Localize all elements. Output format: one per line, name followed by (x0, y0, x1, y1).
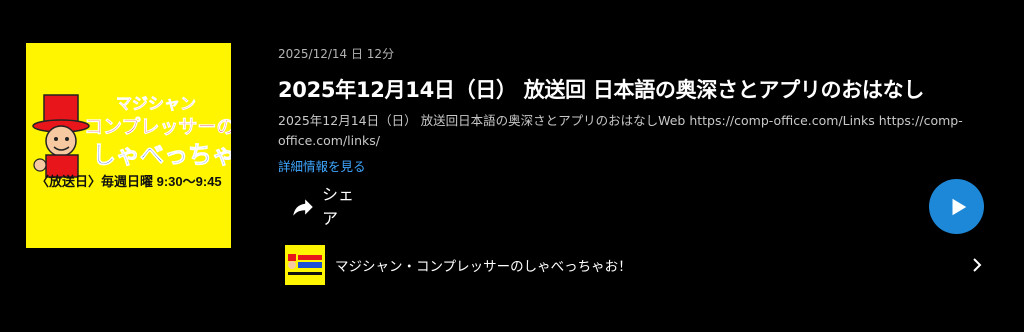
see-more-link[interactable]: 詳細情報を見る (278, 156, 366, 175)
share-button[interactable]: シェア (290, 183, 356, 231)
share-label: シェア (322, 185, 355, 228)
episode-title: 2025年12月14日（日） 放送回 日本語の奥深さとアプリのおはなし (278, 78, 925, 102)
cover-logo-line2: コンプレッサーの (84, 115, 231, 138)
show-link-row[interactable]: マジシャン・コンプレッサーのしゃべっちゃお！ (285, 244, 985, 285)
show-name: マジシャン・コンプレッサーのしゃべっちゃお！ (335, 258, 632, 275)
show-thumbnail (285, 244, 325, 285)
share-arrow-icon (293, 199, 313, 216)
episode-meta: 2025/12/14 日 12分 (278, 47, 395, 61)
play-button[interactable] (929, 179, 984, 234)
play-icon (952, 198, 967, 215)
episode-description: 2025年12月14日（日） 放送回日本語の奥深さとアプリのおはなしWeb ht… (278, 113, 963, 148)
episode-cover-art: マジシャン コンプレッサーの しゃべっちゃお 〈放送日〉毎週日曜 9:30～9:… (26, 43, 231, 248)
cover-schedule: 〈放送日〉毎週日曜 9:30～9:45 (36, 174, 222, 189)
cover-logo-line1: マジシャン (116, 96, 196, 113)
cover-logo-line3: しゃべっちゃお (92, 142, 231, 169)
chevron-right-icon (973, 257, 982, 272)
